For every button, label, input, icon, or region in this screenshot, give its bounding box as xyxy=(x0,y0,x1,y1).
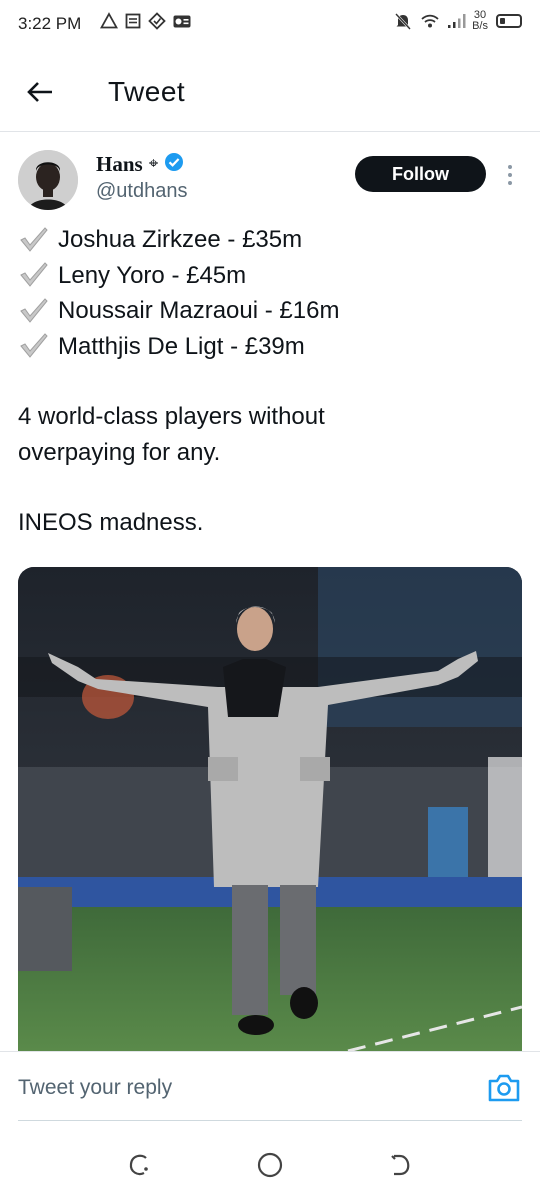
home-icon[interactable] xyxy=(255,1150,285,1180)
data-rate: 30 B/s xyxy=(472,10,488,32)
author-display-name[interactable]: Hans xyxy=(96,152,143,177)
name-symbol: ⌖ xyxy=(148,154,159,173)
page-title: Tweet xyxy=(108,76,186,107)
more-options-icon[interactable] xyxy=(498,160,522,190)
author-handle[interactable]: @utdhans xyxy=(96,180,187,203)
signal-icon xyxy=(446,11,466,31)
tweet-photo[interactable] xyxy=(18,567,522,1051)
vpn-icon xyxy=(148,12,166,30)
transfer-line-2: Leny Yoro - £45m xyxy=(58,261,247,289)
avatar[interactable] xyxy=(18,150,78,210)
status-left-icons xyxy=(99,12,191,30)
verified-badge-icon xyxy=(164,152,184,177)
back-button[interactable] xyxy=(20,72,60,112)
transfer-line-4: Matthjis De Ligt - £39m xyxy=(58,332,305,360)
display-name-row: Hans ⌖ xyxy=(96,150,187,178)
reply-bar xyxy=(0,1051,540,1121)
data-rate-unit: B/s xyxy=(472,20,488,32)
transfer-line-1: Joshua Zirkzee - £35m xyxy=(58,226,303,253)
reply-divider xyxy=(18,1120,522,1121)
list-item: Joshua Zirkzee - £35m xyxy=(18,222,523,258)
transfer-line-3: Noussair Mazraoui - £16m xyxy=(58,297,340,324)
reply-input[interactable] xyxy=(18,1076,448,1100)
follow-button[interactable]: Follow xyxy=(355,156,486,192)
status-time: 3:22 PM xyxy=(18,14,82,33)
warning-icon xyxy=(99,12,119,30)
list-item: Noussair Mazraoui - £16m xyxy=(18,293,523,329)
status-right-icons: 30 B/s xyxy=(394,10,522,32)
header: Tweet xyxy=(0,50,540,132)
notes-icon xyxy=(124,12,142,30)
check-mark-icon xyxy=(18,331,50,361)
tweet-paragraph-1: 4 world-class players without overpaying… xyxy=(18,399,523,470)
back-icon[interactable] xyxy=(386,1150,416,1180)
system-nav-bar xyxy=(0,1130,540,1200)
paragraph-1-line-1: 4 world-class players without xyxy=(18,403,325,430)
list-item: Matthjis De Ligt - £39m xyxy=(18,329,523,365)
mute-icon xyxy=(394,11,412,31)
arrow-left-icon xyxy=(27,82,52,102)
wifi-icon xyxy=(420,11,439,31)
tweet-author: Hans ⌖ @utdhans xyxy=(96,150,187,203)
check-mark-icon xyxy=(18,296,50,326)
check-mark-icon xyxy=(18,260,50,290)
radio-icon xyxy=(172,12,191,30)
check-mark-icon xyxy=(18,225,50,255)
status-bar: 3:22 PM 30 B/s xyxy=(0,0,540,50)
list-item: Leny Yoro - £45m xyxy=(18,258,523,294)
recents-icon[interactable] xyxy=(124,1150,154,1180)
paragraph-1-line-2: overpaying for any. xyxy=(18,438,221,466)
tweet-paragraph-2: INEOS madness. xyxy=(18,509,204,536)
tweet-text: Joshua Zirkzee - £35m Leny Yoro - £45m N… xyxy=(18,222,523,541)
camera-icon[interactable] xyxy=(486,1072,522,1104)
battery-icon xyxy=(496,14,522,28)
